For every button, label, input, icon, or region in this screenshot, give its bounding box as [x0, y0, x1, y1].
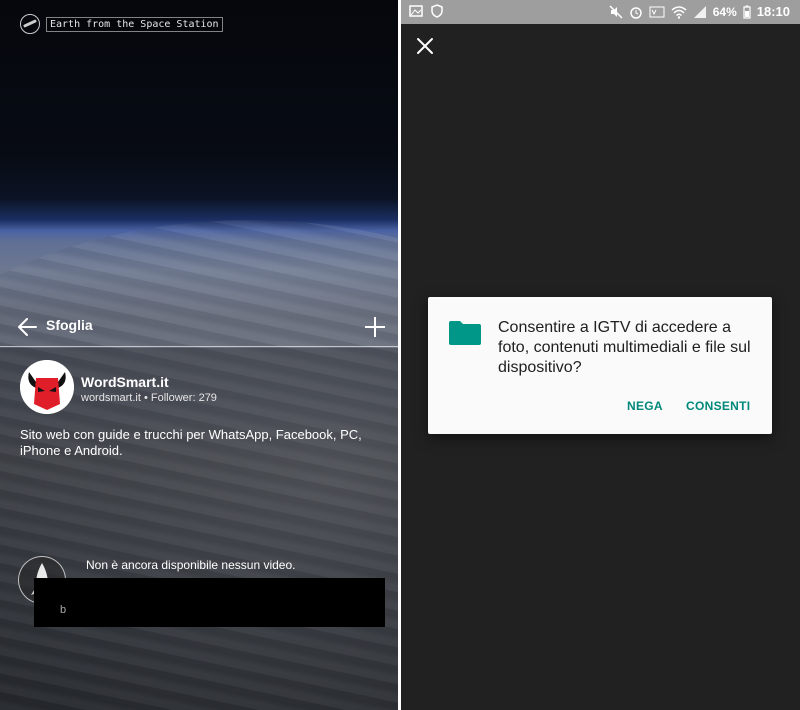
- channel-bio: Sito web con guide e trucchi per WhatsAp…: [20, 427, 362, 458]
- divider: [0, 346, 398, 347]
- top-bar: Sfoglia: [0, 306, 398, 348]
- wifi-icon: [671, 5, 687, 19]
- gallery-icon: [409, 5, 423, 17]
- channel-avatar[interactable]: [20, 360, 74, 414]
- channel-handle: wordsmart.it: [81, 392, 141, 404]
- status-bar: 64% 18:10: [401, 0, 800, 24]
- battery-percent: 64%: [712, 4, 737, 19]
- nasa-logo-icon: [20, 14, 40, 34]
- follower-count: Follower: 279: [150, 392, 217, 404]
- close-icon[interactable]: [416, 37, 434, 55]
- screenshot: Earth from the Space Station Sfoglia Wor…: [0, 0, 800, 710]
- plus-icon[interactable]: [364, 316, 386, 338]
- channel-name[interactable]: WordSmart.it: [81, 374, 169, 390]
- permission-dialog: Consentire a IGTV di accedere a foto, co…: [428, 297, 772, 434]
- caption-box-text: b: [60, 604, 67, 616]
- mute-icon: [609, 4, 623, 19]
- allow-button[interactable]: CONSENTI: [686, 399, 750, 413]
- deny-button[interactable]: NEGA: [627, 399, 663, 413]
- shield-icon: [431, 4, 443, 18]
- back-arrow-icon[interactable]: [17, 318, 37, 336]
- dialog-message: Consentire a IGTV di accedere a foto, co…: [498, 319, 751, 376]
- folder-icon: [449, 321, 481, 345]
- igtv-channel-view: Earth from the Space Station Sfoglia Wor…: [0, 0, 398, 710]
- channel-meta: wordsmart.it • Follower: 279: [81, 392, 217, 404]
- signal-icon: [693, 5, 706, 18]
- volte-icon: [649, 6, 665, 17]
- status-left-icons: [409, 4, 443, 18]
- clock: 18:10: [756, 4, 790, 19]
- watermark-text: Earth from the Space Station: [46, 16, 223, 32]
- page-title: Sfoglia: [46, 317, 93, 333]
- battery-icon: [743, 5, 751, 19]
- alarm-icon: [629, 6, 642, 19]
- video-watermark: Earth from the Space Station: [20, 14, 223, 34]
- status-right-icons: 64% 18:10: [609, 4, 790, 19]
- permission-screen: 64% 18:10 Consentire a IGTV di accedere …: [401, 0, 800, 710]
- caption-box: b: [34, 578, 385, 627]
- meta-separator: •: [143, 392, 148, 404]
- empty-state-message: Non è ancora disponibile nessun video.: [86, 558, 296, 572]
- wordsmart-logo-icon: [20, 360, 74, 414]
